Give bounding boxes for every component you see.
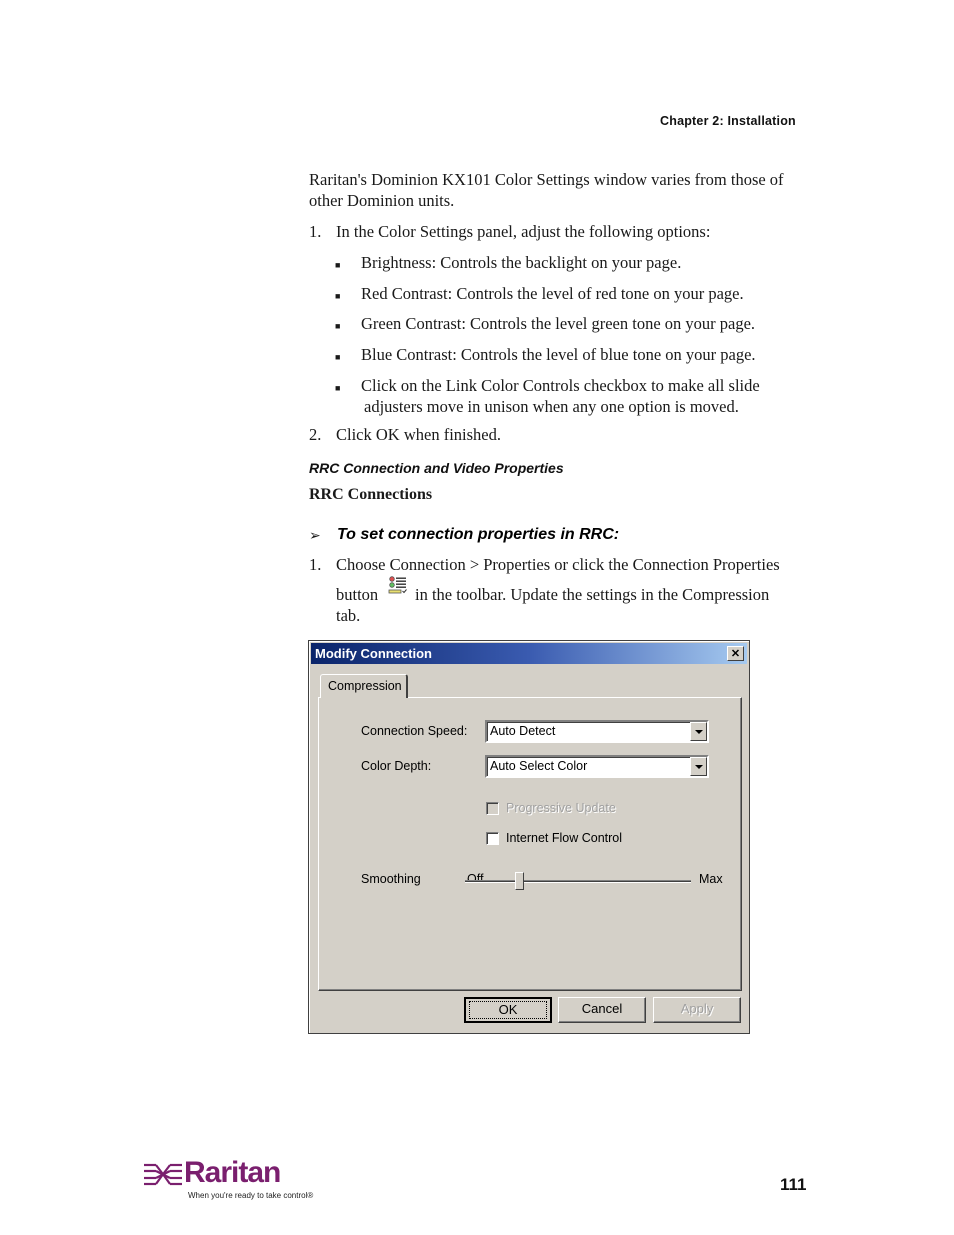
brand-name: Raritan [184,1156,281,1189]
subsection-heading: RRC Connections [309,486,433,503]
ok-button[interactable]: OK [464,997,552,1023]
progressive-update-checkbox[interactable] [486,802,499,815]
connection-speed-select[interactable]: Auto Detect [485,720,709,743]
connection-speed-label: Connection Speed: [361,724,468,738]
chevron-down-icon[interactable] [690,722,707,741]
brand-tagline: When you're ready to take control® [188,1191,314,1200]
internet-flow-control-checkbox[interactable] [486,832,499,845]
arrow-bullet-icon: ➢ [309,528,321,544]
close-icon: ✕ [730,648,741,660]
internet-flow-control-label: Internet Flow Control [506,831,623,845]
section-heading: RRC Connection and Video Properties [309,460,564,476]
color-depth-label: Color Depth: [361,759,432,773]
step-number: 2. [309,425,322,444]
dialog-titlebar[interactable]: Modify Connection ✕ [311,643,747,664]
bullet-icon: ■ [335,291,341,301]
compression-panel: Connection Speed: Auto Detect Color Dept… [318,697,742,991]
connection-properties-icon [388,576,408,596]
smoothing-min-label: Off [467,872,484,886]
apply-button[interactable]: Apply [653,997,741,1023]
cancel-button[interactable]: Cancel [558,997,646,1023]
bullet-icon: ■ [335,383,341,393]
procedure-step-1: 1. Choose Connection > Properties or cli… [309,555,780,625]
chapter-header: Chapter 2: Installation [660,114,796,128]
bullet-icon: ■ [335,260,341,270]
smoothing-slider-thumb[interactable] [515,872,525,890]
step-number: 1. [309,555,322,574]
bullet-icon: ■ [335,321,341,331]
modify-connection-dialog: Modify Connection ✕ Compression Connecti… [308,640,750,1034]
smoothing-slider-track[interactable] [465,880,691,883]
step-text: In the Color Settings panel, adjust the … [336,222,711,241]
step-2: 2. Click OK when finished. [309,424,501,445]
chevron-down-icon[interactable] [690,757,707,776]
progressive-update-label: Progressive Update [506,801,616,815]
raritan-logo-icon [144,1163,182,1186]
dialog-title: Modify Connection [315,646,432,661]
smoothing-label: Smoothing [361,872,421,886]
step-number: 1. [309,222,322,241]
step-1: 1. In the Color Settings panel, adjust t… [309,221,710,242]
page-number: 111 [780,1175,807,1194]
close-button[interactable]: ✕ [727,646,744,661]
bullet-icon: ■ [335,352,341,362]
color-depth-select[interactable]: Auto Select Color [485,755,709,778]
step-text: Click OK when finished. [336,425,501,444]
tab-compression[interactable]: Compression [320,674,408,698]
intro-paragraph: Raritan's Dominion KX101 Color Settings … [309,170,784,210]
smoothing-max-label: Max [699,872,723,886]
